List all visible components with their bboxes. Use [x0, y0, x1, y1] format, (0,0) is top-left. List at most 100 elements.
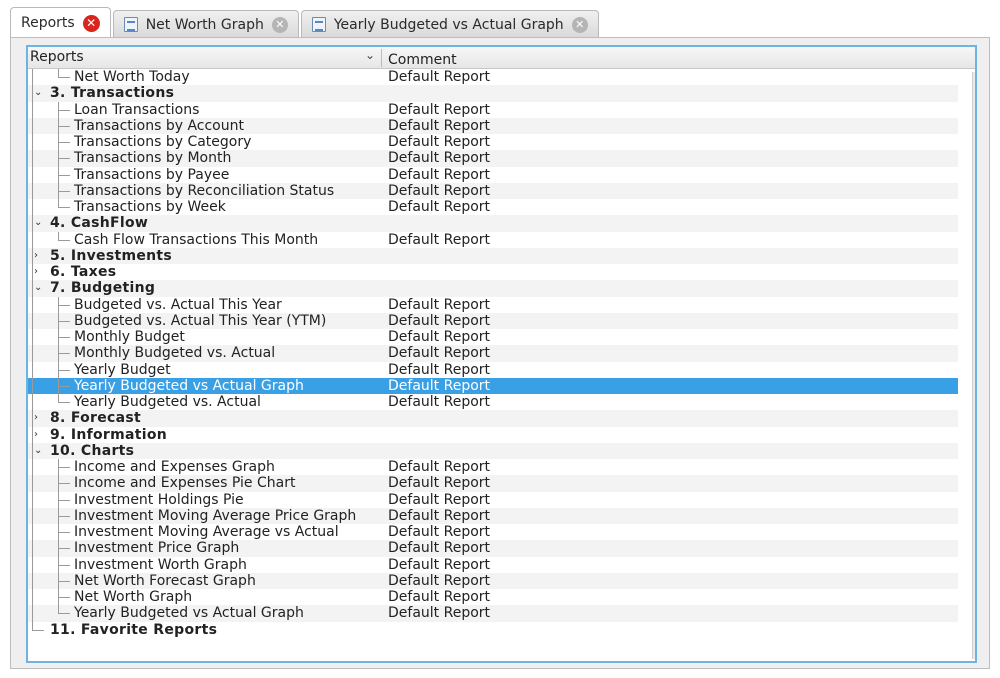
tree-category-row[interactable]: 11. Favorite Reports	[28, 622, 958, 638]
tree-report-row[interactable]: Budgeted vs. Actual This Year (YTM) Defau…	[28, 312, 958, 329]
report-comment: Default Report	[388, 231, 491, 248]
tree-branch-line	[58, 239, 70, 241]
report-document-icon	[123, 17, 138, 32]
tab-net-worth-graph[interactable]: Net Worth Graph ✕	[112, 10, 299, 38]
tree-report-row[interactable]: Cash Flow Transactions This Month Default…	[28, 232, 958, 248]
report-comment: Default Report	[388, 589, 491, 605]
report-comment: Default Report	[388, 507, 491, 524]
expand-chevron-icon[interactable]: ›	[34, 248, 38, 264]
report-comment: Default Report	[388, 377, 491, 394]
tree-report-row[interactable]: Yearly Budgeted vs Actual Graph Default R…	[28, 377, 958, 394]
expand-chevron-icon[interactable]: ›	[34, 264, 38, 280]
report-comment: Default Report	[388, 361, 491, 378]
tree-guide-line	[32, 69, 33, 630]
collapse-chevron-icon[interactable]: ⌄	[34, 443, 42, 459]
collapse-chevron-icon[interactable]: ⌄	[34, 85, 42, 101]
tree-header: Reports ⌄ Comment	[28, 47, 975, 69]
tree-report-row[interactable]: Transactions by Week Default Report	[28, 199, 958, 215]
collapse-chevron-icon[interactable]: ⌄	[34, 215, 42, 231]
report-name: Investment Holdings Pie	[74, 491, 244, 508]
tree-category-row[interactable]: › 9. Information	[28, 427, 958, 443]
column-header-reports[interactable]: Reports	[30, 49, 84, 65]
close-icon[interactable]: ✕	[82, 14, 100, 32]
tree-category-row[interactable]: ⌄ 3. Transactions	[28, 85, 958, 102]
tab-strip: Reports ✕ Net Worth Graph ✕ Yearly Budge…	[10, 6, 990, 38]
report-name: Investment Price Graph	[74, 540, 240, 557]
tree-category-row[interactable]: ⌄ 10. Charts	[28, 442, 958, 459]
report-comment: Default Report	[388, 475, 491, 492]
close-icon[interactable]: ✕	[271, 16, 288, 33]
report-comment: Default Report	[388, 101, 491, 118]
tree-report-row[interactable]: Income and Expenses Graph Default Report	[28, 459, 958, 475]
tree-report-row[interactable]: Monthly Budgeted vs. Actual Default Repor…	[28, 345, 958, 362]
scroll-up-icon[interactable]: ▲	[974, 74, 975, 87]
tree-report-row[interactable]: Yearly Budgeted vs Actual Graph Default R…	[28, 605, 958, 622]
report-name: Net Worth Today	[74, 69, 190, 85]
report-name: Yearly Budgeted vs Actual Graph	[74, 605, 304, 622]
tree-report-row[interactable]: Transactions by Account Default Report	[28, 117, 958, 134]
scrollbar-thumb[interactable]	[975, 237, 977, 644]
tree-report-row[interactable]: Transactions by Reconciliation Status Def…	[28, 182, 958, 199]
tab-reports[interactable]: Reports ✕	[10, 7, 111, 38]
report-comment: Default Report	[388, 329, 491, 345]
report-comment: Default Report	[388, 117, 491, 134]
tree-report-row[interactable]: Yearly Budget Default Report	[28, 362, 958, 378]
tree-report-row[interactable]: Investment Moving Average vs Actual Defau…	[28, 524, 958, 540]
tree-branch-line	[58, 467, 70, 468]
tree-category-row[interactable]: ⌄ 4. CashFlow	[28, 215, 958, 232]
tree-branch-line	[58, 499, 70, 501]
report-name: Transactions by Account	[74, 117, 244, 134]
tree-report-row[interactable]: Transactions by Category Default Report	[28, 134, 958, 150]
report-comment: Default Report	[388, 605, 491, 622]
tree-branch-line	[58, 548, 70, 550]
tree-category-row[interactable]: ⌄ 7. Budgeting	[28, 280, 958, 297]
report-name: Transactions by Payee	[74, 166, 230, 183]
tree-report-row[interactable]: Net Worth Today Default Report	[28, 69, 958, 85]
tree-branch-line	[58, 125, 70, 127]
vertical-scrollbar[interactable]: ▲ ▼	[972, 72, 977, 659]
report-comment: Default Report	[388, 459, 491, 475]
category-label: 8. Forecast	[50, 410, 142, 427]
tree-branch-line	[58, 158, 70, 160]
tree-branch-line	[58, 369, 70, 371]
reports-panel: Reports ⌄ Comment Net Worth Today Default…	[10, 37, 990, 669]
tree-report-row[interactable]: Transactions by Payee Default Report	[28, 167, 958, 183]
report-name: Net Worth Graph	[74, 589, 193, 605]
collapse-chevron-icon[interactable]: ⌄	[34, 280, 42, 296]
tree-guide-line	[58, 101, 59, 207]
scroll-down-icon[interactable]: ▼	[974, 644, 975, 657]
tab-yearly-budgeted-vs-actual-graph[interactable]: Yearly Budgeted vs Actual Graph ✕	[300, 10, 599, 38]
tree-report-row[interactable]: Investment Holdings Pie Default Report	[28, 492, 958, 508]
report-name: Investment Moving Average vs Actual	[74, 524, 339, 540]
sort-indicator-icon[interactable]: ⌄	[365, 48, 375, 62]
tree-category-row[interactable]: › 5. Investments	[28, 247, 958, 264]
tree-report-row[interactable]: Net Worth Graph Default Report	[28, 589, 958, 605]
expand-chevron-icon[interactable]: ›	[34, 427, 38, 443]
tree-report-row[interactable]: Income and Expenses Pie Chart Default Rep…	[28, 475, 958, 492]
tree-report-row[interactable]: Investment Worth Graph Default Report	[28, 557, 958, 573]
tree-report-row[interactable]: Net Worth Forecast Graph Default Report	[28, 572, 958, 589]
tree-report-row[interactable]: Investment Price Graph Default Report	[28, 540, 958, 557]
tree-branch-line	[58, 597, 70, 598]
tree-branch-line	[58, 174, 70, 176]
tree-report-row[interactable]: Budgeted vs. Actual This Year Default Rep…	[28, 297, 958, 313]
tree-rows: Net Worth Today Default Report ⌄ 3. Transac…	[28, 69, 958, 638]
tree-category-row[interactable]: › 8. Forecast	[28, 410, 958, 427]
report-comment: Default Report	[388, 524, 491, 540]
reports-tree[interactable]: Reports ⌄ Comment Net Worth Today Default…	[26, 45, 977, 663]
tree-branch-line	[58, 564, 70, 566]
tree-report-row[interactable]: Monthly Budget Default Report	[28, 329, 958, 345]
tree-category-row[interactable]: › 6. Taxes	[28, 264, 958, 280]
tree-report-row[interactable]: Transactions by Month Default Report	[28, 150, 958, 167]
report-comment: Default Report	[388, 345, 491, 362]
report-comment: Default Report	[388, 134, 491, 150]
column-header-comment[interactable]: Comment	[388, 52, 457, 68]
tree-report-row[interactable]: Loan Transactions Default Report	[28, 102, 958, 118]
category-label: 6. Taxes	[50, 264, 117, 280]
report-name: Net Worth Forecast Graph	[74, 572, 256, 589]
expand-chevron-icon[interactable]: ›	[34, 410, 38, 426]
tree-report-row[interactable]: Yearly Budgeted vs. Actual Default Report	[28, 394, 958, 410]
tree-report-row[interactable]: Investment Moving Average Price Graph Def…	[28, 507, 958, 524]
column-separator[interactable]	[381, 49, 382, 67]
close-icon[interactable]: ✕	[571, 16, 588, 33]
